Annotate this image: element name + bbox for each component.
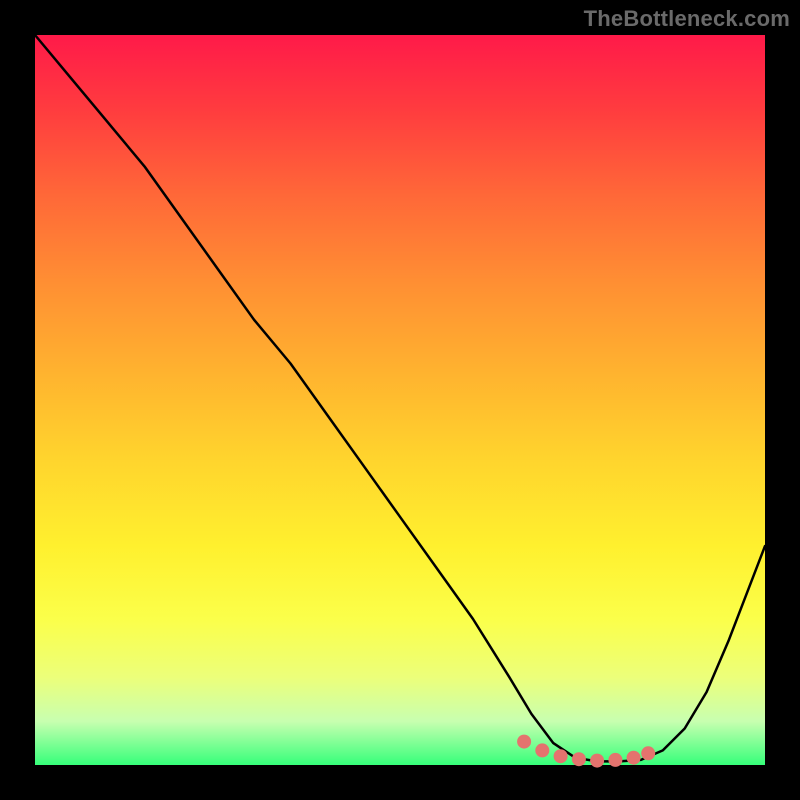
- sweet-spot-dot: [590, 754, 604, 768]
- chart-svg: [35, 35, 765, 765]
- sweet-spot-dot: [608, 753, 622, 767]
- sweet-spot-dot: [535, 743, 549, 757]
- sweet-spot-dot: [517, 735, 531, 749]
- bottleneck-curve-path: [35, 35, 765, 761]
- sweet-spot-dot: [572, 752, 586, 766]
- sweet-spot-dot: [627, 751, 641, 765]
- sweet-spot-dot: [641, 746, 655, 760]
- sweet-spot-dot: [554, 749, 568, 763]
- plot-area: [35, 35, 765, 765]
- watermark-text: TheBottleneck.com: [584, 6, 790, 32]
- sweet-spot-dots: [517, 735, 655, 768]
- chart-frame: TheBottleneck.com: [0, 0, 800, 800]
